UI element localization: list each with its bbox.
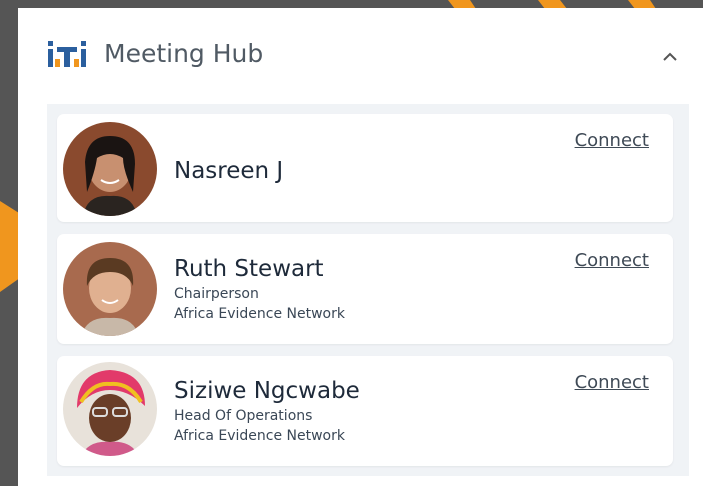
meeting-hub-panel: Meeting Hub Nasreen J Connect Ruth Stewa…: [18, 8, 703, 486]
member-card: Siziwe Ngcwabe Head Of Operations Africa…: [57, 356, 673, 466]
iti-logo-icon: [48, 41, 86, 67]
panel-header[interactable]: Meeting Hub: [18, 8, 703, 104]
member-name: Nasreen J: [174, 158, 284, 184]
chevron-up-icon[interactable]: [659, 46, 681, 68]
member-card: Nasreen J Connect: [57, 114, 673, 222]
member-name: Siziwe Ngcwabe: [174, 378, 360, 404]
member-name: Ruth Stewart: [174, 256, 324, 282]
member-list: Nasreen J Connect Ruth Stewart Chairpers…: [47, 104, 689, 476]
member-org: Africa Evidence Network: [174, 428, 345, 444]
avatar: [63, 362, 157, 456]
avatar: [63, 122, 157, 216]
panel-title: Meeting Hub: [104, 39, 264, 68]
avatar: [63, 242, 157, 336]
member-role: Head Of Operations: [174, 408, 313, 424]
member-role: Chairperson: [174, 286, 259, 302]
connect-button[interactable]: Connect: [575, 250, 649, 271]
member-card: Ruth Stewart Chairperson Africa Evidence…: [57, 234, 673, 344]
member-org: Africa Evidence Network: [174, 306, 345, 322]
connect-button[interactable]: Connect: [575, 130, 649, 151]
connect-button[interactable]: Connect: [575, 372, 649, 393]
